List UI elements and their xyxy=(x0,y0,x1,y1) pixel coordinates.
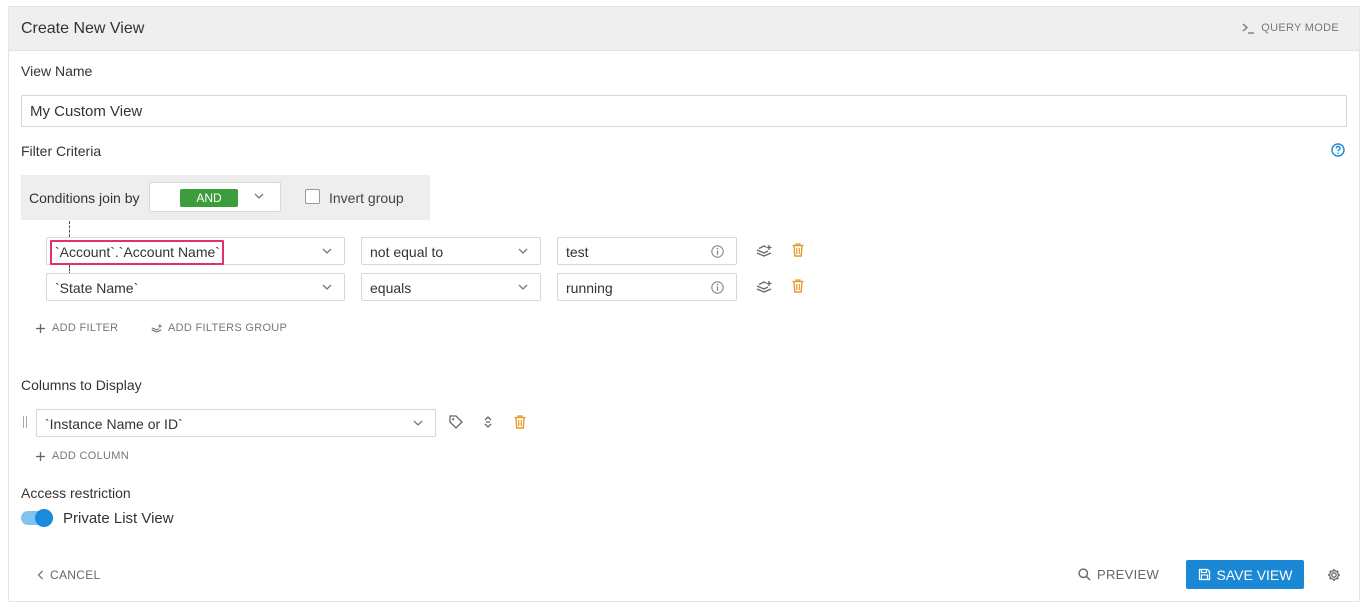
conditions-join-select[interactable]: AND xyxy=(149,182,281,212)
info-icon xyxy=(711,245,724,258)
view-name-label: View Name xyxy=(21,63,93,79)
filter-operator-value: not equal to xyxy=(370,244,444,260)
chevron-down-icon xyxy=(518,284,528,290)
invert-group-label: Invert group xyxy=(329,190,404,206)
add-filter-button[interactable]: ADD FILTER xyxy=(35,322,118,334)
drag-handle-icon[interactable] xyxy=(23,416,27,428)
access-restriction-label: Access restriction xyxy=(21,485,131,501)
view-name-input[interactable] xyxy=(21,95,1347,127)
filter-value-input[interactable]: running xyxy=(557,273,737,301)
tree-connector xyxy=(69,221,70,237)
trash-icon[interactable] xyxy=(790,278,806,294)
add-filters-group-label: ADD FILTERS GROUP xyxy=(168,322,288,334)
columns-label: Columns to Display xyxy=(21,377,142,393)
filter-value-text: test xyxy=(566,244,589,260)
private-view-label: Private List View xyxy=(63,510,174,527)
preview-button[interactable]: PREVIEW xyxy=(1078,567,1159,582)
add-filters-group-icon[interactable] xyxy=(756,279,772,295)
filter-value-text: running xyxy=(566,280,613,296)
chevron-down-icon xyxy=(322,248,332,254)
add-filter-label: ADD FILTER xyxy=(52,322,119,334)
filter-value-input[interactable]: test xyxy=(557,237,737,265)
column-field-value: `Instance Name or ID` xyxy=(45,416,183,432)
terminal-icon xyxy=(1242,23,1255,34)
filter-criteria-label: Filter Criteria xyxy=(21,143,102,159)
chevron-down-icon xyxy=(322,284,332,290)
plus-icon xyxy=(36,451,45,461)
chevron-down-icon xyxy=(413,420,423,426)
add-column-label: ADD COLUMN xyxy=(52,450,129,462)
save-view-label: SAVE VIEW xyxy=(1216,566,1293,583)
layers-plus-icon xyxy=(151,323,162,332)
chevron-down-icon xyxy=(518,248,528,254)
invert-group-checkbox[interactable] xyxy=(305,189,320,204)
cancel-button[interactable]: CANCEL xyxy=(37,568,100,582)
query-mode-label: QUERY MODE xyxy=(1261,22,1339,34)
conditions-join-label: Conditions join by xyxy=(29,190,140,206)
add-column-button[interactable]: ADD COLUMN xyxy=(35,450,129,462)
preview-label: PREVIEW xyxy=(1097,567,1160,582)
filter-operator-select[interactable]: equals xyxy=(361,273,541,301)
conditions-group-bar: Conditions join by AND Invert group xyxy=(21,175,430,220)
filter-field-value: `State Name` xyxy=(55,280,139,296)
filter-field-select[interactable]: `State Name` xyxy=(46,273,345,301)
highlight-box xyxy=(50,240,224,265)
help-icon[interactable] xyxy=(1331,143,1345,157)
filter-operator-select[interactable]: not equal to xyxy=(361,237,541,265)
add-filters-group-icon[interactable] xyxy=(756,243,772,259)
filter-operator-value: equals xyxy=(370,280,412,296)
gear-icon[interactable] xyxy=(1327,568,1341,582)
toggle-knob xyxy=(35,509,53,527)
plus-icon xyxy=(36,323,45,333)
chevron-down-icon xyxy=(254,193,264,199)
info-icon xyxy=(711,281,724,294)
panel-header: Create New View QUERY MODE xyxy=(9,7,1359,51)
chevron-left-icon xyxy=(37,570,43,580)
save-view-button[interactable]: SAVE VIEW xyxy=(1186,560,1304,589)
tag-icon[interactable] xyxy=(448,414,464,430)
page-title: Create New View xyxy=(21,20,145,37)
private-view-toggle[interactable] xyxy=(21,509,53,527)
create-view-panel: Create New View QUERY MODE View Name Fil… xyxy=(8,6,1360,602)
save-icon xyxy=(1198,568,1210,581)
query-mode-button[interactable]: QUERY MODE xyxy=(1242,22,1339,34)
search-icon xyxy=(1078,568,1091,581)
cancel-label: CANCEL xyxy=(50,568,101,582)
join-value-badge: AND xyxy=(180,189,238,207)
trash-icon[interactable] xyxy=(512,414,528,430)
column-field-select[interactable]: `Instance Name or ID` xyxy=(36,409,436,437)
sort-icon[interactable] xyxy=(480,414,496,430)
add-filters-group-button[interactable]: ADD FILTERS GROUP xyxy=(151,322,287,334)
trash-icon[interactable] xyxy=(790,242,806,258)
